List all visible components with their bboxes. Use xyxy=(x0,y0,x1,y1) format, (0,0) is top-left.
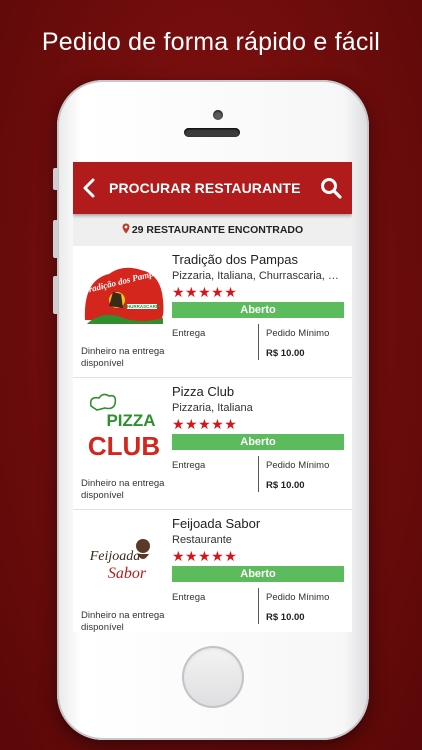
volume-up-button xyxy=(53,220,58,258)
status-badge: Aberto xyxy=(172,302,344,318)
min-order-value: R$ 10.00 xyxy=(266,480,305,491)
logo-text-bottom: CLUB xyxy=(88,431,160,461)
logo-text-bottom: Sabor xyxy=(108,565,147,582)
restaurant-categories: Pizzaria, Italiana, Churrascaria, Re... xyxy=(172,270,344,282)
min-order-label: Pedido Mínimo xyxy=(266,328,330,339)
min-order: Pedido Mínimo R$ 10.00 xyxy=(259,324,344,360)
home-button[interactable] xyxy=(182,646,244,708)
earpiece-speaker xyxy=(184,128,240,137)
restaurant-info: Pizza Club Pizzaria, Italiana ★★★★★ Aber… xyxy=(172,384,344,450)
restaurant-info: Feijoada Sabor Restaurante ★★★★★ Aberto xyxy=(172,516,344,582)
order-meta: Entrega Pedido Mínimo R$ 10.00 xyxy=(172,456,344,492)
delivery-label: Entrega xyxy=(172,460,206,471)
restaurant-name[interactable]: Feijoada Sabor xyxy=(172,516,344,531)
min-order-label: Pedido Mínimo xyxy=(266,460,330,471)
restaurant-card[interactable]: PIZZA CLUB Dinheiro na entrega disponíve… xyxy=(73,378,352,510)
logo-subtext: CHURRASCARIA xyxy=(124,304,161,309)
result-count-bar: 29 RESTAURANTE ENCONTRADO xyxy=(73,214,352,246)
logo-text-top: Feijoada xyxy=(89,549,141,564)
app-bar: PROCURAR RESTAURANTE xyxy=(73,162,352,214)
logo-text-top: PIZZA xyxy=(106,411,155,430)
payment-note: Dinheiro na entrega disponível xyxy=(81,346,165,369)
min-order-value: R$ 10.00 xyxy=(266,612,305,623)
payment-note: Dinheiro na entrega disponível xyxy=(81,478,165,501)
volume-down-button xyxy=(53,276,58,314)
restaurant-name[interactable]: Tradição dos Pampas xyxy=(172,252,344,267)
min-order-value: R$ 10.00 xyxy=(266,348,305,359)
restaurant-logo: Feijoada Sabor xyxy=(79,524,167,596)
front-camera xyxy=(213,110,223,120)
restaurant-categories: Restaurante xyxy=(172,534,232,546)
delivery-label: Entrega xyxy=(172,592,206,603)
restaurant-name[interactable]: Pizza Club xyxy=(172,384,344,399)
min-order-label: Pedido Mínimo xyxy=(266,592,330,603)
restaurant-categories: Pizzaria, Italiana xyxy=(172,402,253,414)
star-rating: ★★★★★ xyxy=(172,284,238,300)
restaurant-card[interactable]: Feijoada Sabor Dinheiro na entrega dispo… xyxy=(73,510,352,632)
delivery-label: Entrega xyxy=(172,328,206,339)
status-badge: Aberto xyxy=(172,434,344,450)
status-badge: Aberto xyxy=(172,566,344,582)
star-rating: ★★★★★ xyxy=(172,548,238,564)
result-count: 29 RESTAURANTE ENCONTRADO xyxy=(131,224,304,236)
phone-frame: PROCURAR RESTAURANTE 29 RESTAURANTE ENCO… xyxy=(53,80,369,740)
restaurant-card[interactable]: Tradição dos Pampas CHURRASCARIA Dinheir… xyxy=(73,246,352,378)
restaurant-logo: PIZZA CLUB xyxy=(79,392,167,464)
page-title: PROCURAR RESTAURANTE xyxy=(109,180,301,196)
tagline: Pedido de forma rápido e fácil xyxy=(41,28,381,56)
search-icon[interactable] xyxy=(320,177,342,199)
payment-note: Dinheiro na entrega disponível xyxy=(81,610,165,632)
mute-switch xyxy=(53,168,58,190)
order-meta: Entrega Pedido Mínimo R$ 10.00 xyxy=(172,324,344,360)
order-meta: Entrega Pedido Mínimo R$ 10.00 xyxy=(172,588,344,624)
app-screen: PROCURAR RESTAURANTE 29 RESTAURANTE ENCO… xyxy=(73,162,352,632)
chevron-left-icon[interactable] xyxy=(83,178,99,198)
min-order: Pedido Mínimo R$ 10.00 xyxy=(259,456,344,492)
star-rating: ★★★★★ xyxy=(172,416,238,432)
restaurant-info: Tradição dos Pampas Pizzaria, Italiana, … xyxy=(172,252,344,318)
restaurant-list: Tradição dos Pampas CHURRASCARIA Dinheir… xyxy=(73,246,352,632)
restaurant-logo: Tradição dos Pampas CHURRASCARIA xyxy=(79,260,167,332)
location-pin-icon xyxy=(122,223,130,237)
min-order: Pedido Mínimo R$ 10.00 xyxy=(259,588,344,624)
